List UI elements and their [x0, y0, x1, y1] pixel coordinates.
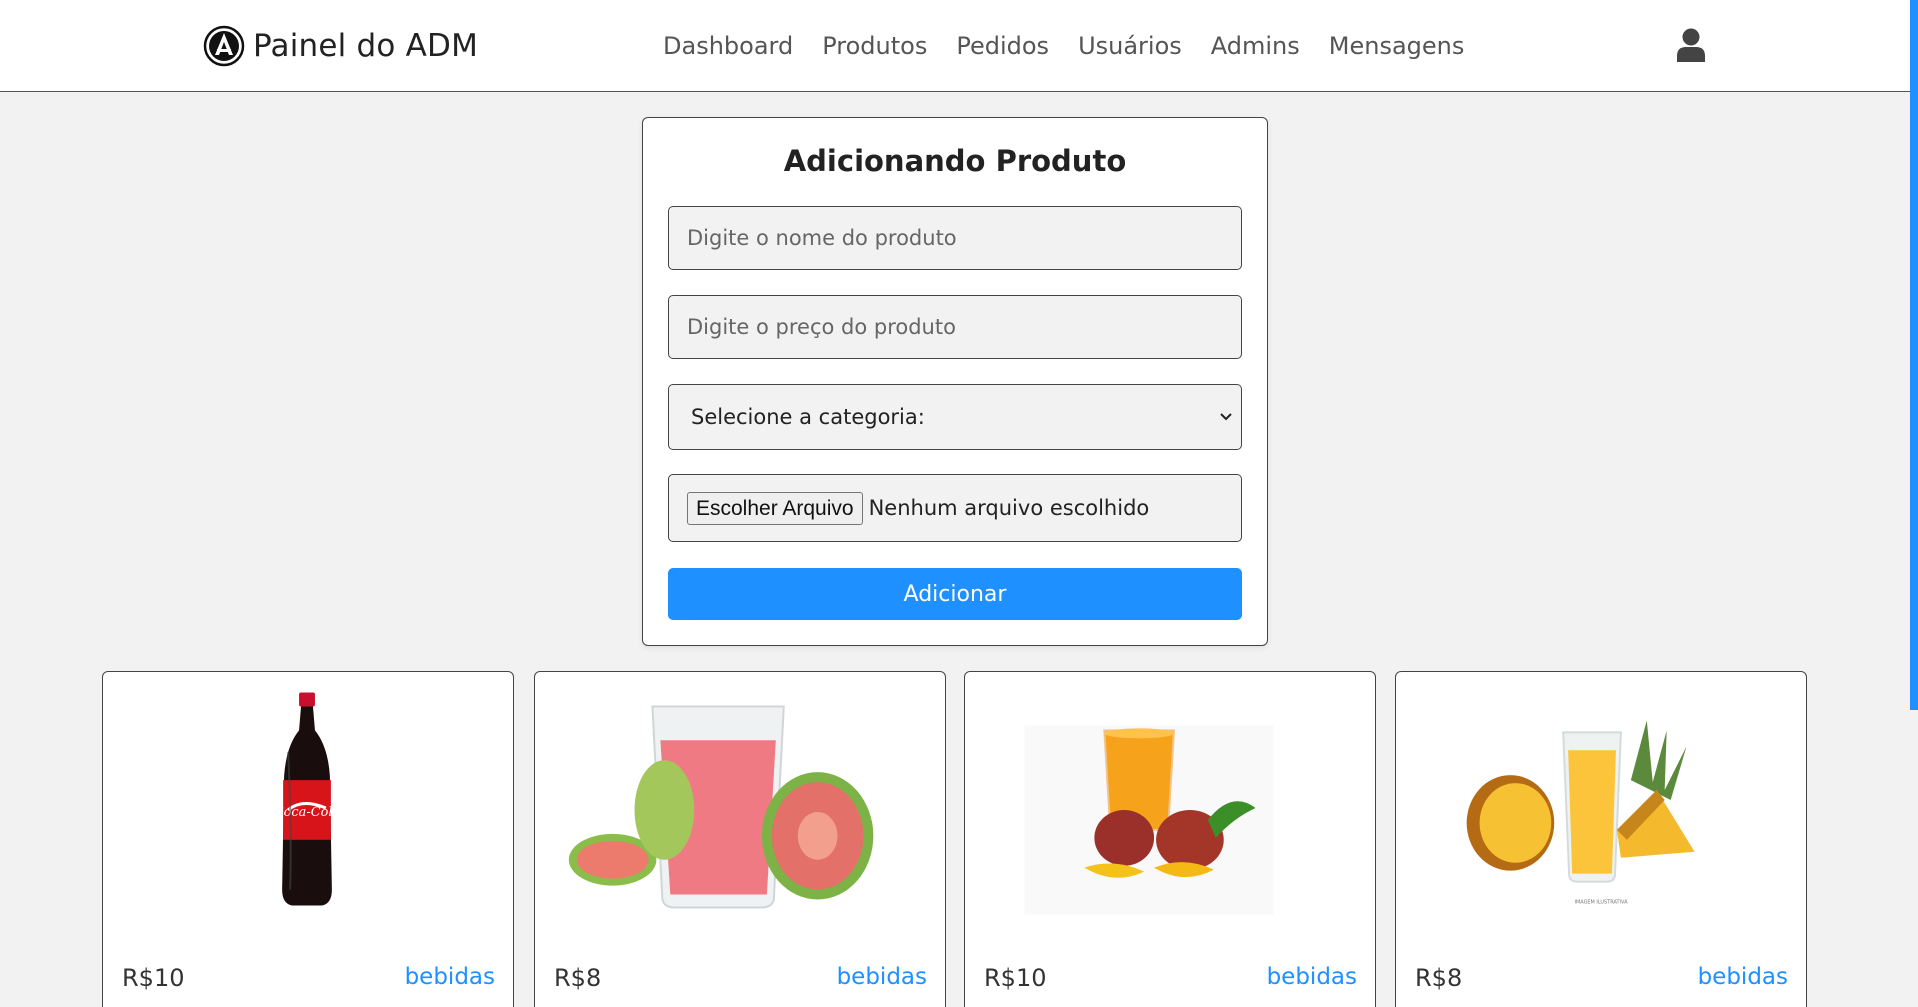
- product-price: R$10: [122, 964, 185, 992]
- add-product-form: Adicionando Produto Selecione a categori…: [642, 117, 1268, 646]
- file-status-text: Nenhum arquivo escolhido: [868, 496, 1150, 520]
- user-icon[interactable]: [1676, 28, 1706, 62]
- svg-text:IMAGEM ILUSTRATIVA: IMAGEM ILUSTRATIVA: [1575, 900, 1629, 906]
- page-scrollbar[interactable]: [1910, 0, 1918, 710]
- product-card: Coca-Cola R$10 bebidas: [102, 671, 514, 1007]
- product-price: R$8: [554, 964, 602, 992]
- nav-admins[interactable]: Admins: [1211, 32, 1300, 60]
- nav-dashboard[interactable]: Dashboard: [663, 32, 793, 60]
- product-card: R$10 bebidas: [964, 671, 1376, 1007]
- nav-produtos[interactable]: Produtos: [822, 32, 927, 60]
- brand-logo-icon: [203, 25, 245, 67]
- nav-mensagens[interactable]: Mensagens: [1329, 32, 1465, 60]
- nav-pedidos[interactable]: Pedidos: [956, 32, 1049, 60]
- main-nav: Dashboard Produtos Pedidos Usuários Admi…: [663, 28, 1464, 64]
- product-card: R$8 bebidas: [534, 671, 946, 1007]
- product-price: R$8: [1415, 964, 1463, 992]
- choose-file-button[interactable]: Escolher Arquivo: [687, 491, 863, 525]
- product-category-link[interactable]: bebidas: [1267, 964, 1357, 990]
- category-select-value: Selecione a categoria:: [691, 405, 925, 429]
- nav-usuarios[interactable]: Usuários: [1078, 32, 1182, 60]
- product-card: IMAGEM ILUSTRATIVA R$8 bebidas: [1395, 671, 1807, 1007]
- pineapple-juice-image: IMAGEM ILUSTRATIVA: [1466, 720, 1695, 906]
- product-category-link[interactable]: bebidas: [405, 964, 495, 990]
- brand-link[interactable]: Painel do ADM: [203, 24, 478, 68]
- top-navbar: Painel do ADM Dashboard Produtos Pedidos…: [0, 0, 1910, 92]
- product-name-input[interactable]: [668, 206, 1242, 270]
- chevron-down-icon: [1220, 413, 1232, 421]
- product-category-link[interactable]: bebidas: [837, 964, 927, 990]
- category-select[interactable]: Selecione a categoria:: [668, 384, 1242, 450]
- product-price: R$10: [984, 964, 1047, 992]
- cola-bottle-image: Coca-Cola: [274, 692, 340, 906]
- product-price-input[interactable]: [668, 295, 1242, 359]
- product-category-link[interactable]: bebidas: [1698, 964, 1788, 990]
- guava-juice-image: [568, 705, 874, 909]
- add-product-button[interactable]: Adicionar: [668, 568, 1242, 620]
- form-title: Adicionando Produto: [783, 144, 1127, 178]
- image-file-input: Escolher Arquivo Nenhum arquivo escolhid…: [668, 474, 1242, 542]
- mango-juice-image: [1024, 725, 1274, 915]
- svg-text:Coca-Cola: Coca-Cola: [274, 805, 340, 820]
- brand-title: Painel do ADM: [253, 28, 479, 64]
